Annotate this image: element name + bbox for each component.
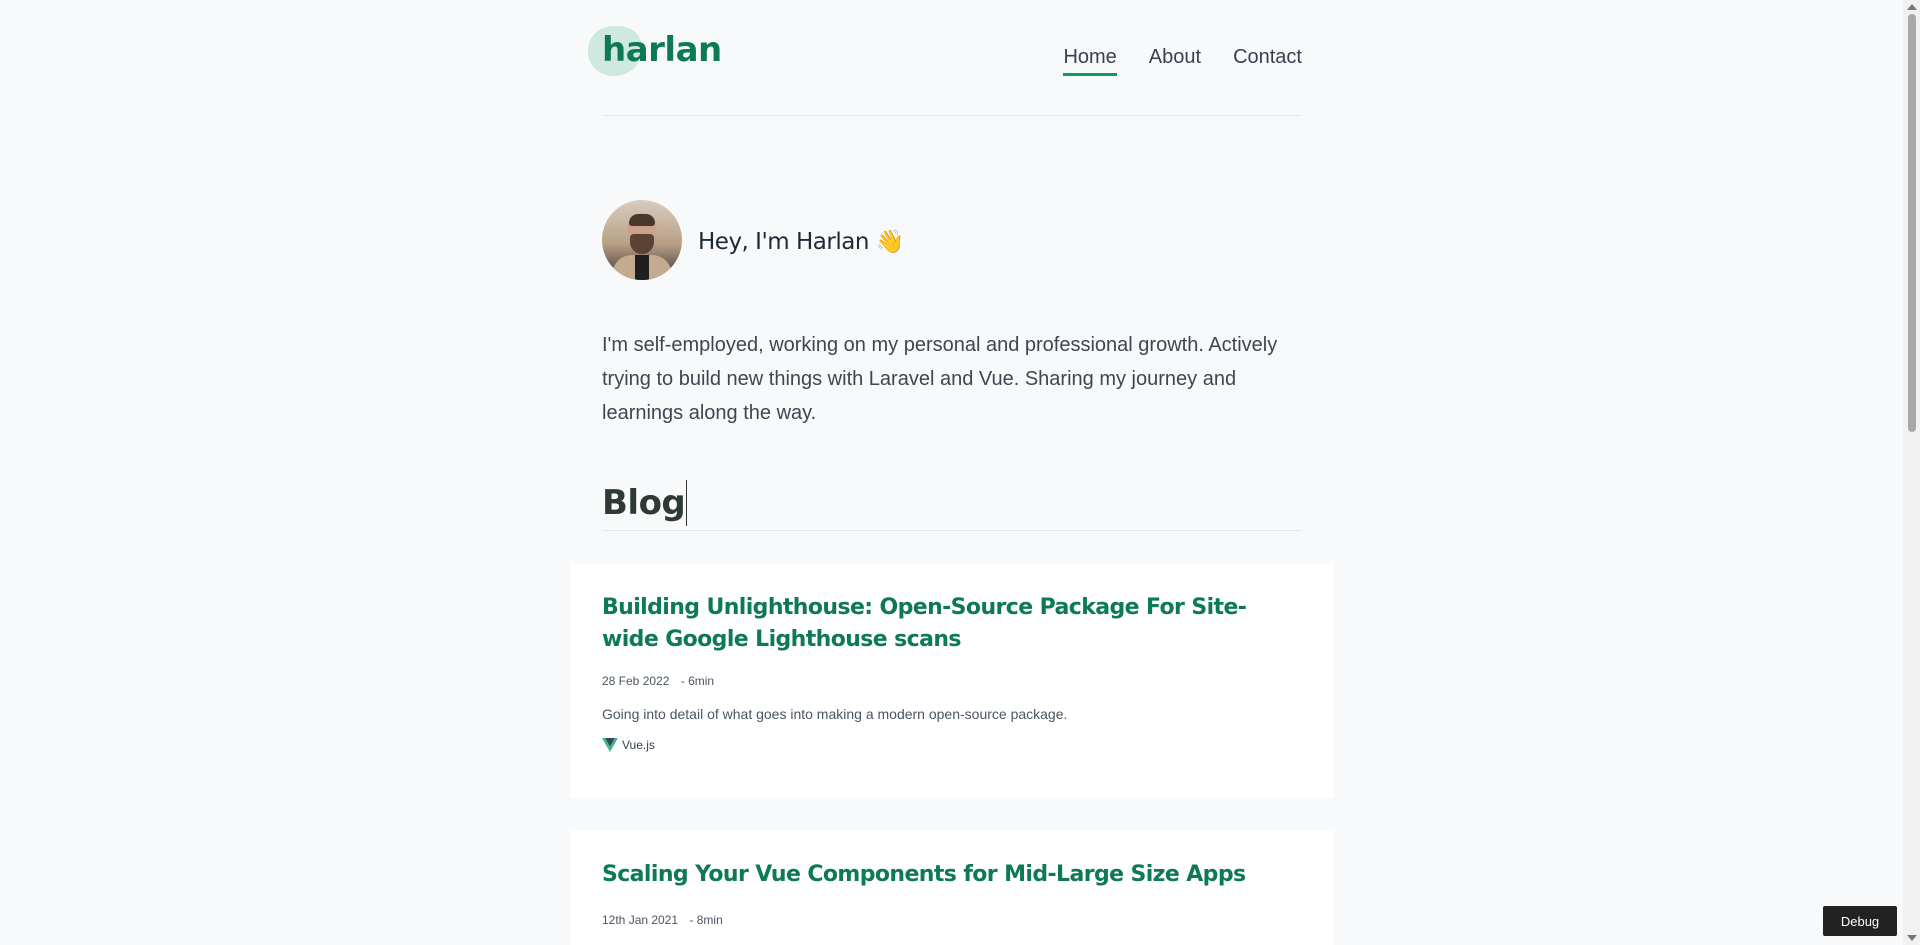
blog-post-card[interactable]: Scaling Your Vue Components for Mid-Larg… [570, 831, 1334, 945]
post-tag[interactable]: Vue.js [602, 738, 1302, 752]
logo-link[interactable]: harlan [588, 26, 722, 76]
page: harlan Home About Contact Hey, I'm Harla… [0, 0, 1920, 945]
avatar [602, 200, 682, 280]
blog-heading: Blog [602, 480, 688, 526]
post-read-time: - 8min [689, 913, 723, 927]
greeting: Hey, I'm Harlan 👋 [698, 229, 904, 255]
debug-button[interactable]: Debug [1823, 906, 1897, 936]
scrollbar-thumb[interactable] [1908, 14, 1916, 432]
blog-post-card[interactable]: Building Unlighthouse: Open-Source Packa… [570, 564, 1334, 798]
post-date: 12th Jan 2021 [602, 913, 679, 927]
post-date: 28 Feb 2022 [602, 674, 670, 688]
site-header: harlan Home About Contact [588, 0, 1302, 116]
nav-home[interactable]: Home [1063, 46, 1117, 76]
main-nav: Home About Contact [1063, 46, 1302, 76]
avatar-hair [629, 214, 655, 226]
vue-icon [602, 738, 618, 752]
bio-text: I'm self-employed, working on my persona… [602, 334, 1278, 424]
scrollbar[interactable] [1903, 0, 1920, 945]
post-tag-label: Vue.js [622, 738, 655, 752]
nav-contact[interactable]: Contact [1233, 46, 1302, 76]
post-title-link[interactable]: Scaling Your Vue Components for Mid-Larg… [602, 859, 1302, 891]
scroll-up-icon[interactable] [1907, 4, 1917, 10]
avatar-beard [630, 234, 654, 254]
post-meta: 12th Jan 2021 - 8min [602, 913, 1302, 927]
logo-text: harlan [602, 30, 722, 70]
scroll-down-icon[interactable] [1907, 935, 1917, 941]
blog-heading-row: Blog [602, 480, 1302, 531]
avatar-shirt [635, 255, 649, 280]
post-meta: 28 Feb 2022 - 6min [602, 674, 1302, 688]
post-excerpt: Going into detail of what goes into maki… [602, 706, 1068, 722]
post-read-time: - 6min [680, 674, 715, 688]
main-container: harlan Home About Contact Hey, I'm Harla… [570, 0, 1334, 945]
nav-about[interactable]: About [1149, 46, 1201, 76]
post-title-link[interactable]: Building Unlighthouse: Open-Source Packa… [602, 592, 1302, 656]
